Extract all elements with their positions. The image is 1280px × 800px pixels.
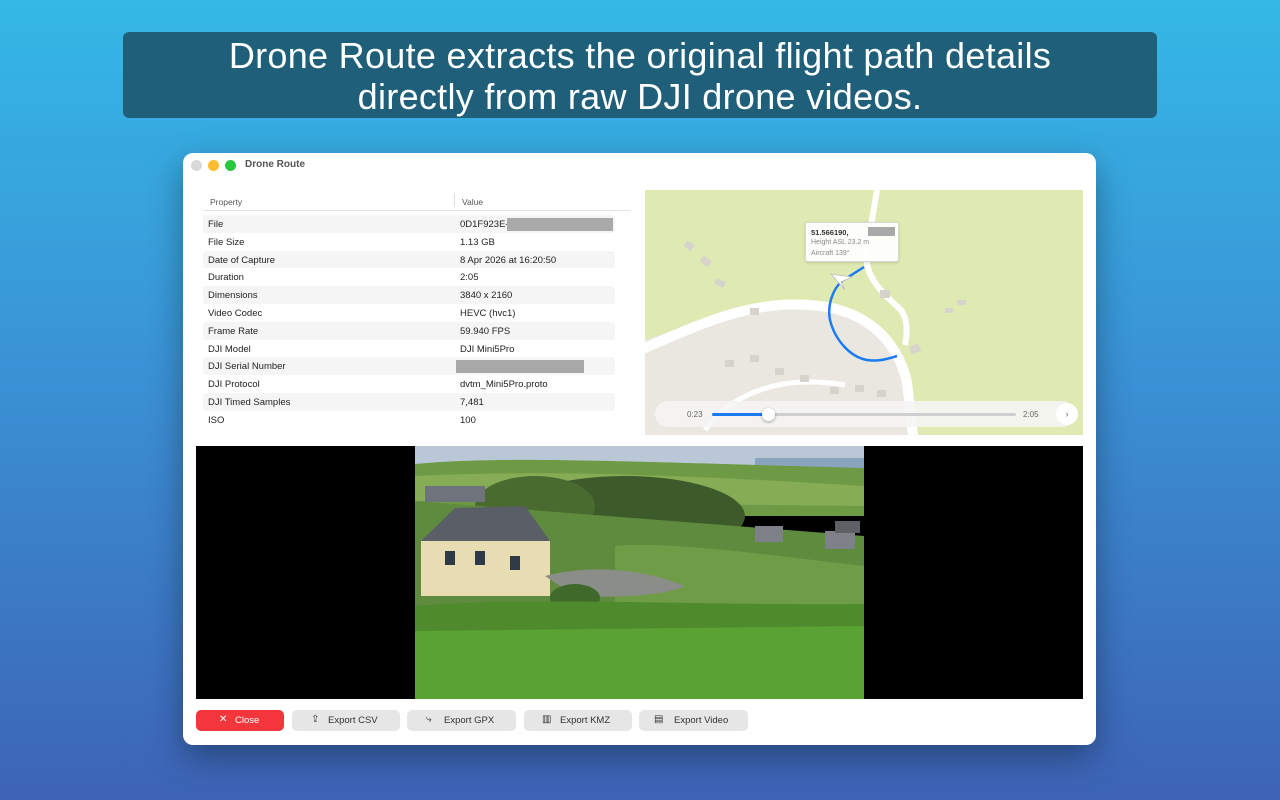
height-label: Height ASL 23.2 m xyxy=(811,239,870,246)
table-row[interactable]: Date of Capture 8 Apr 2026 at 16:20:50 xyxy=(203,250,615,269)
window-zoom-control[interactable] xyxy=(225,160,236,171)
property-value: 100 xyxy=(460,414,476,426)
chevron-right-icon[interactable]: › xyxy=(1056,403,1078,425)
table-row[interactable]: DJI Protocol dvtm_Mini5Pro.proto xyxy=(203,375,615,393)
export-csv-button[interactable]: ⇪ Export CSV xyxy=(292,710,400,731)
close-button[interactable]: ✕ Close xyxy=(196,710,284,731)
property-label: Video Codec xyxy=(208,307,263,319)
aircraft-heading-label: Aircraft 139° xyxy=(811,250,850,257)
property-label: Dimensions xyxy=(208,290,258,302)
property-label: DJI Model xyxy=(208,343,251,355)
property-label: File Size xyxy=(208,236,245,248)
table-row[interactable]: File 0D1F923E- xyxy=(203,215,615,233)
timeline-slider[interactable] xyxy=(712,408,1016,421)
export-kmz-label: Export KMZ xyxy=(560,715,611,726)
export-video-label: Export Video xyxy=(674,715,729,726)
property-value: 3840 x 2160 xyxy=(460,290,513,302)
property-value: 8 Apr 2026 at 16:20:50 xyxy=(460,254,557,266)
film-icon: ▤ xyxy=(654,714,664,725)
table-row[interactable]: Dimensions 3840 x 2160 xyxy=(203,286,615,304)
timeline-progress xyxy=(712,413,768,416)
video-preview[interactable] xyxy=(196,446,1083,699)
property-value: DJI Mini5Pro xyxy=(460,343,515,355)
export-kmz-button[interactable]: ▥ Export KMZ xyxy=(524,710,632,731)
property-value: 59.940 FPS xyxy=(460,325,511,337)
share-icon: ⇪ xyxy=(311,714,320,725)
property-label: DJI Protocol xyxy=(208,379,260,391)
column-separator[interactable] xyxy=(454,193,455,207)
property-value: dvtm_Mini5Pro.proto xyxy=(460,379,548,391)
coordinate-label: 51.566190, xyxy=(811,228,849,237)
property-label: File xyxy=(208,219,224,230)
table-row[interactable]: Duration 2:05 xyxy=(203,268,615,286)
export-gpx-label: Export GPX xyxy=(444,715,495,726)
route-icon: ⤷ xyxy=(426,714,432,725)
property-label: Frame Rate xyxy=(208,325,259,337)
property-label: DJI Timed Samples xyxy=(208,396,291,408)
map-icon: ▥ xyxy=(542,714,552,725)
export-csv-label: Export CSV xyxy=(328,715,378,726)
property-value: HEVC (hvc1) xyxy=(460,307,516,319)
promo-banner: Drone Route extracts the original flight… xyxy=(123,32,1157,118)
table-rows: File 0D1F923E- File Size 1.13 GB Date of C… xyxy=(203,215,615,429)
banner-line-2: directly from raw DJI drone videos. xyxy=(357,76,923,117)
timeline-knob[interactable] xyxy=(761,408,775,421)
aircraft-marker-icon xyxy=(829,273,854,291)
property-label: ISO xyxy=(208,414,225,426)
title-bar: Drone Route xyxy=(183,153,1096,179)
property-value: 7,481 xyxy=(460,396,484,408)
export-gpx-button[interactable]: ⤷ Export GPX xyxy=(407,710,516,731)
redacted-value xyxy=(456,360,584,374)
table-row[interactable]: Video Codec HEVC (hvc1) xyxy=(203,304,615,322)
timeline-player: 0:23 2:05 › xyxy=(655,401,1078,427)
window-minimize-control[interactable] xyxy=(208,160,219,171)
current-time: 0:23 xyxy=(687,410,703,419)
property-label: Date of Capture xyxy=(208,254,276,266)
app-window: Drone Route Property Value File 0D1F923E-… xyxy=(183,153,1096,745)
close-button-label: Close xyxy=(235,715,260,726)
action-bar: ✕ Close ⇪ Export CSV ⤷ Export GPX ▥ Expo… xyxy=(196,710,796,731)
property-value: 1.13 GB xyxy=(460,236,495,248)
table-row[interactable]: File Size 1.13 GB xyxy=(203,233,615,251)
window-title: Drone Route xyxy=(245,159,305,170)
position-callout: 51.566190, Height ASL 23.2 m Aircraft 13… xyxy=(805,222,899,262)
property-value: 0D1F923E- xyxy=(460,219,509,230)
redacted-coordinate xyxy=(868,227,895,236)
column-header-property[interactable]: Property xyxy=(210,197,242,207)
flight-map[interactable]: 51.566190, Height ASL 23.2 m Aircraft 13… xyxy=(645,190,1083,435)
property-label: Duration xyxy=(208,272,244,284)
video-frame-image xyxy=(415,446,864,699)
table-row[interactable]: DJI Serial Number xyxy=(203,357,615,376)
table-row[interactable]: DJI Model DJI Mini5Pro xyxy=(203,340,615,358)
column-header-value[interactable]: Value xyxy=(462,197,483,207)
table-row[interactable]: Frame Rate 59.940 FPS xyxy=(203,321,615,340)
metadata-table[interactable]: Property Value File 0D1F923E- File Size 1.… xyxy=(203,190,631,435)
property-label: DJI Serial Number xyxy=(208,361,286,373)
redacted-value xyxy=(507,218,613,231)
table-row[interactable]: ISO 100 xyxy=(203,411,615,429)
table-header: Property Value xyxy=(203,190,631,211)
window-close-control[interactable] xyxy=(191,160,202,171)
total-time: 2:05 xyxy=(1023,410,1039,419)
close-icon: ✕ xyxy=(219,714,228,725)
property-value: 2:05 xyxy=(460,272,479,284)
export-video-button[interactable]: ▤ Export Video xyxy=(639,710,748,731)
table-row[interactable]: DJI Timed Samples 7,481 xyxy=(203,392,615,411)
banner-line-1: Drone Route extracts the original flight… xyxy=(228,35,1052,76)
